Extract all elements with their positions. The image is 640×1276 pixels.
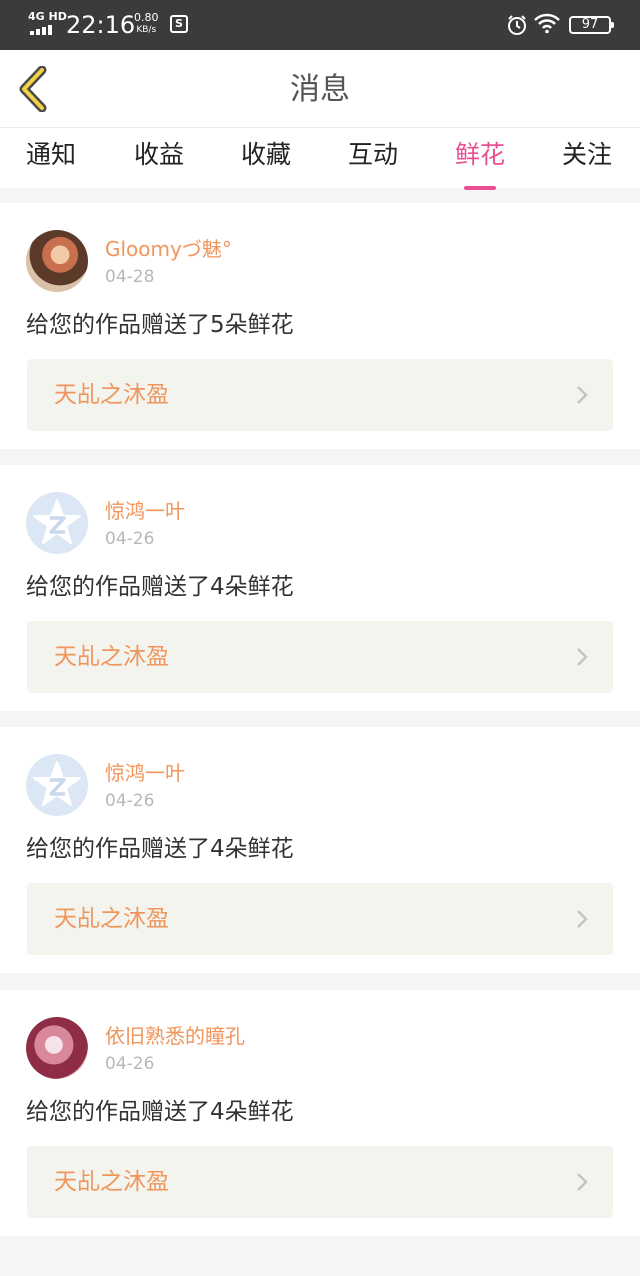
work-title: 天乩之沐盈 [54,382,169,408]
notification-message: 给您的作品赠送了4朵鲜花 [26,574,294,600]
network-speed-unit: KB/s [136,25,157,35]
wifi-icon [534,13,560,34]
default-avatar-icon [33,499,81,544]
avatar[interactable] [26,1017,88,1079]
network-indicator: 4G HD [28,10,67,23]
notification-message: 给您的作品赠送了5朵鲜花 [26,312,294,338]
avatar[interactable] [26,492,88,554]
notification-date: 04-26 [105,791,155,811]
tab-following[interactable]: 关注 [547,138,627,172]
work-link[interactable]: 天乩之沐盈 [27,883,613,955]
notification-date: 04-28 [105,267,155,287]
tab-interactions[interactable]: 互动 [333,138,413,172]
work-link[interactable]: 天乩之沐盈 [27,1146,613,1218]
work-link[interactable]: 天乩之沐盈 [27,621,613,693]
sender-name[interactable]: Gloomyづ魅° [105,236,232,262]
tab-notifications[interactable]: 通知 [11,138,91,172]
status-bar: 4G HD 22:16 0.80 KB/s S 97 [0,0,640,50]
default-avatar-icon [33,761,81,806]
clock: 22:16 [66,11,136,39]
active-tab-indicator [464,186,496,190]
notification-message: 给您的作品赠送了4朵鲜花 [26,836,294,862]
sender-name[interactable]: 依旧熟悉的瞳孔 [105,1023,245,1049]
chevron-right-icon [577,648,588,666]
work-link[interactable]: 天乩之沐盈 [27,359,613,431]
notification-card: 惊鸿一叶 04-26 给您的作品赠送了4朵鲜花 天乩之沐盈 [0,727,640,973]
notification-date: 04-26 [105,1054,155,1074]
battery-indicator: 97 [569,16,614,34]
chevron-right-icon [577,910,588,928]
sender-name[interactable]: 惊鸿一叶 [105,760,185,786]
tab-bar: 通知 收益 收藏 互动 鲜花 关注 [0,128,640,190]
sender-name[interactable]: 惊鸿一叶 [105,498,185,524]
network-speed-value: 0.80 [134,11,159,24]
avatar[interactable] [26,754,88,816]
alarm-icon [508,15,526,35]
chevron-right-icon [577,386,588,404]
work-title: 天乩之沐盈 [54,906,169,932]
notification-card: Gloomyづ魅° 04-28 给您的作品赠送了5朵鲜花 天乩之沐盈 [0,203,640,449]
network-speed: 0.80 KB/s [134,12,159,36]
chevron-right-icon [577,1173,588,1191]
avatar[interactable] [26,230,88,292]
work-title: 天乩之沐盈 [54,644,169,670]
header: 消息 [0,50,640,128]
signal-icon [30,25,52,35]
notification-date: 04-26 [105,529,155,549]
notification-app-icon: S [170,15,188,33]
notification-card: 惊鸿一叶 04-26 给您的作品赠送了4朵鲜花 天乩之沐盈 [0,465,640,711]
tab-flowers-label: 鲜花 [454,140,505,169]
notification-card: 依旧熟悉的瞳孔 04-26 给您的作品赠送了4朵鲜花 天乩之沐盈 [0,990,640,1236]
tab-flowers[interactable]: 鲜花 [440,138,520,190]
tab-earnings[interactable]: 收益 [119,138,199,172]
work-title: 天乩之沐盈 [54,1169,169,1195]
page-title: 消息 [290,72,350,107]
tab-favorites[interactable]: 收藏 [226,138,306,172]
notification-message: 给您的作品赠送了4朵鲜花 [26,1099,294,1125]
